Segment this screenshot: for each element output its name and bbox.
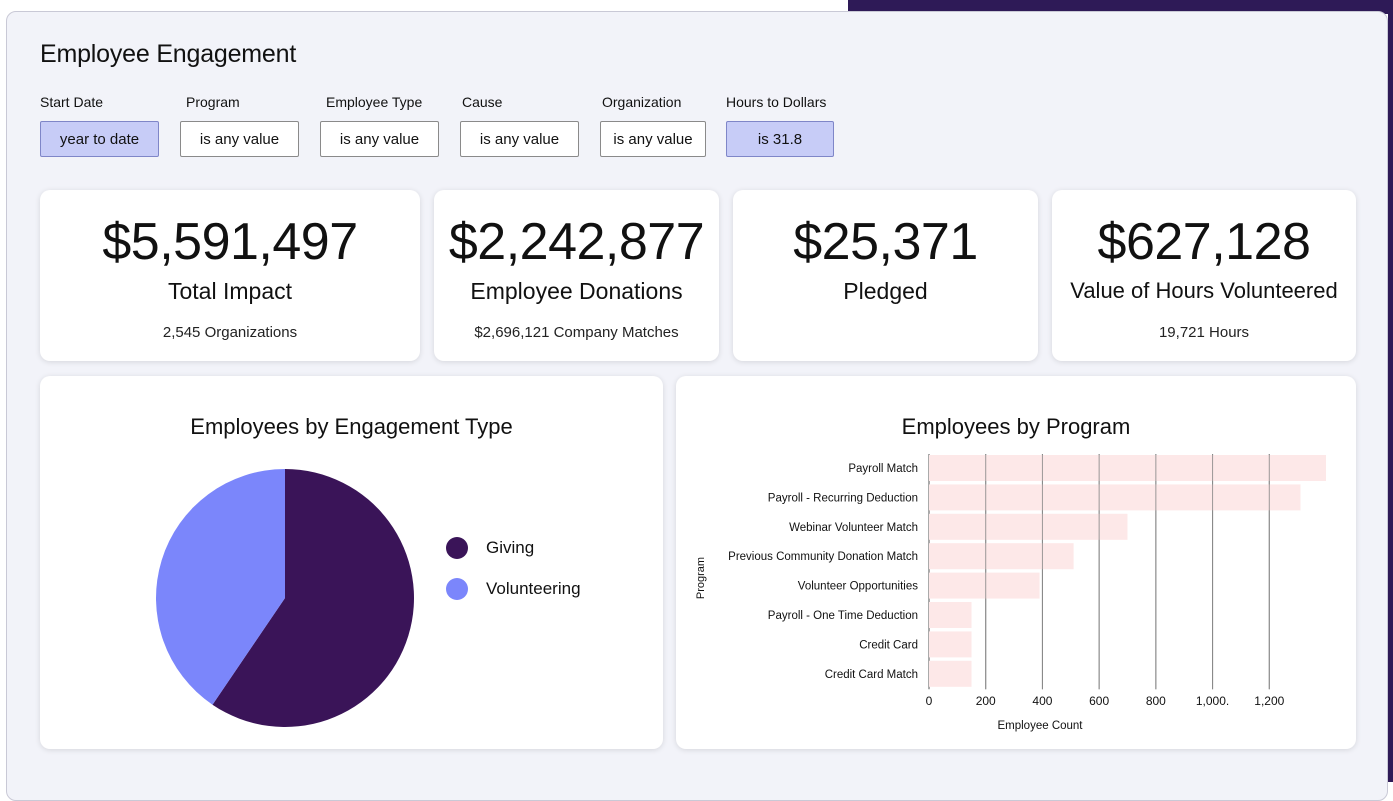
category-label: Payroll - One Time Deduction bbox=[768, 610, 918, 622]
filter-organization-button[interactable]: is any value bbox=[600, 121, 706, 157]
category-label: Credit Card bbox=[859, 639, 918, 651]
x-tick-label: 400 bbox=[1032, 694, 1052, 708]
bar-chart: Payroll Match Payroll - Recurring Deducti… bbox=[695, 454, 1326, 732]
kpi-card-value-of-hours: $627,128 Value of Hours Volunteered 19,7… bbox=[1052, 190, 1356, 361]
legend-label: Giving bbox=[486, 538, 535, 557]
kpi-value: $2,242,877 bbox=[448, 213, 705, 271]
kpi-card-pledged: $25,371 Pledged bbox=[733, 190, 1038, 361]
filter-label-start-date: Start Date bbox=[40, 94, 104, 110]
pie-chart bbox=[155, 469, 414, 727]
filter-label-organization: Organization bbox=[602, 94, 682, 110]
kpi-subtext: $2,696,121 Company Matches bbox=[474, 324, 679, 341]
kpi-value: $25,371 bbox=[793, 213, 978, 271]
filter-program-button[interactable]: is any value bbox=[180, 121, 299, 157]
kpi-value: $5,591,497 bbox=[102, 213, 358, 271]
filter-label-hours-to-dollars: Hours to Dollars bbox=[726, 94, 827, 110]
window-right-edge bbox=[1388, 0, 1393, 782]
bar[interactable] bbox=[929, 572, 1040, 599]
x-tick-label: 200 bbox=[976, 694, 996, 708]
legend-item-volunteering[interactable]: Volunteering bbox=[446, 578, 581, 600]
y-axis-title: Program bbox=[695, 557, 707, 599]
category-label: Webinar Volunteer Match bbox=[789, 522, 918, 534]
legend-dot-volunteering bbox=[446, 578, 468, 600]
kpi-value: $627,128 bbox=[1097, 213, 1311, 271]
program-chart-card: Employees by Program Payroll Match Payrol… bbox=[676, 376, 1356, 749]
kpi-subtext: 19,721 Hours bbox=[1158, 324, 1250, 341]
kpi-label: Employee Donations bbox=[470, 278, 683, 304]
category-label: Volunteer Opportunities bbox=[798, 581, 918, 593]
x-tick-label: 0 bbox=[926, 694, 933, 708]
legend-dot-giving bbox=[446, 537, 468, 559]
bar[interactable] bbox=[929, 455, 1326, 481]
category-label: Payroll Match bbox=[848, 463, 918, 475]
kpi-label: Pledged bbox=[843, 278, 928, 304]
engagement-type-chart-card: Employees by Engagement Type Giving Volu… bbox=[40, 376, 663, 749]
filter-label-program: Program bbox=[186, 94, 240, 110]
x-tick-label: 800 bbox=[1146, 694, 1166, 708]
x-tick-label: 1,200 bbox=[1254, 694, 1284, 708]
bar[interactable] bbox=[929, 631, 972, 658]
legend-label: Volunteering bbox=[486, 579, 581, 598]
category-label: Payroll - Recurring Deduction bbox=[768, 492, 918, 504]
kpi-label: Total Impact bbox=[168, 278, 292, 304]
page-title: Employee Engagement bbox=[40, 40, 297, 68]
filter-start-date-button[interactable]: year to date bbox=[40, 121, 159, 157]
x-axis-title: Employee Count bbox=[997, 720, 1083, 732]
x-tick-label: 1,000. bbox=[1196, 694, 1229, 708]
filter-cause-button[interactable]: is any value bbox=[460, 121, 579, 157]
filter-label-employee-type: Employee Type bbox=[326, 94, 423, 110]
kpi-card-total-impact: $5,591,497 Total Impact 2,545 Organizati… bbox=[40, 190, 420, 361]
bar[interactable] bbox=[929, 543, 1074, 570]
kpi-subtext: 2,545 Organizations bbox=[162, 324, 298, 341]
kpi-card-employee-donations: $2,242,877 Employee Donations $2,696,121… bbox=[434, 190, 719, 361]
filter-employee-type-button[interactable]: is any value bbox=[320, 121, 439, 157]
category-label: Previous Community Donation Match bbox=[728, 551, 918, 563]
bar[interactable] bbox=[929, 602, 972, 628]
legend-item-giving[interactable]: Giving bbox=[446, 537, 534, 559]
bar[interactable] bbox=[929, 484, 1301, 511]
category-label: Credit Card Match bbox=[825, 669, 918, 681]
filter-label-cause: Cause bbox=[462, 94, 503, 110]
kpi-label: Value of Hours Volunteered bbox=[1070, 278, 1338, 303]
bar[interactable] bbox=[929, 660, 972, 687]
bar[interactable] bbox=[929, 513, 1128, 540]
filter-hours-to-dollars-button[interactable]: is 31.8 bbox=[726, 121, 834, 157]
x-tick-label: 600 bbox=[1089, 694, 1109, 708]
